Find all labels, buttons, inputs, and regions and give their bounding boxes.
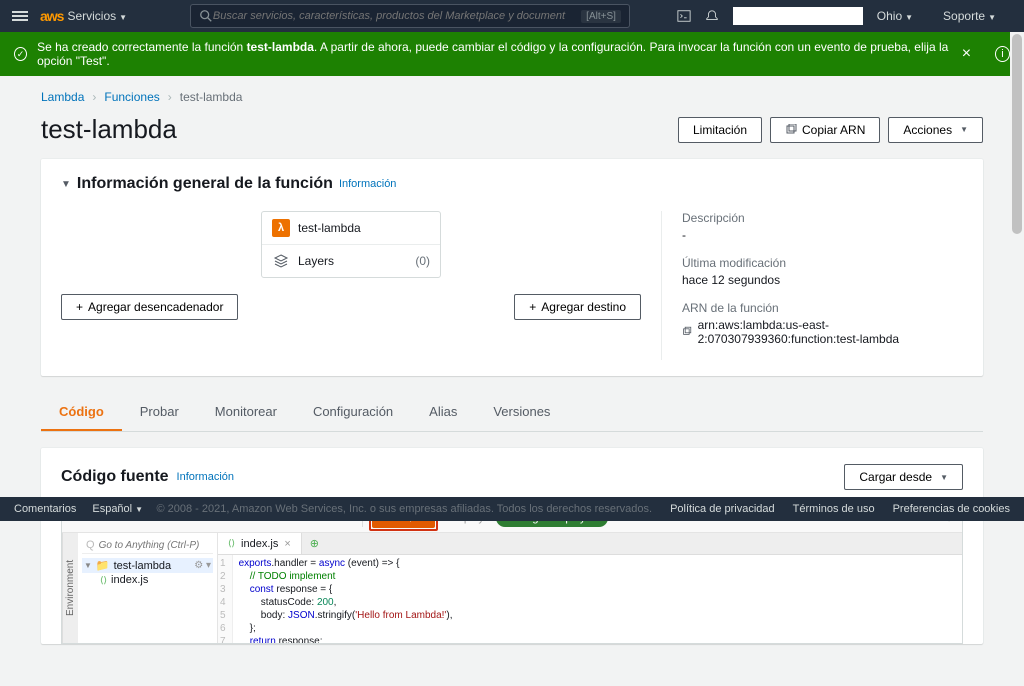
code-area[interactable]: 12345678 exports.handler = async (event)… xyxy=(218,555,962,643)
tree-gear-icon[interactable]: ⚙ ▾ xyxy=(194,560,211,571)
diagram-function-name: test-lambda xyxy=(298,221,361,235)
layers-label: Layers xyxy=(298,254,334,268)
arn-value: arn:aws:lambda:us-east-2:070307939360:fu… xyxy=(698,318,963,346)
terms-link[interactable]: Términos de uso xyxy=(793,503,875,515)
vertical-scrollbar[interactable] xyxy=(1010,32,1024,497)
function-metadata: Descripción - Última modificación hace 1… xyxy=(661,211,963,360)
throttle-button[interactable]: Limitación xyxy=(678,117,762,143)
add-tab-icon[interactable]: ⊕ xyxy=(302,533,327,554)
search-shortcut: [Alt+S] xyxy=(581,10,621,23)
actions-dropdown[interactable]: Acciones▼ xyxy=(888,117,983,143)
tab-versiones[interactable]: Versiones xyxy=(475,394,568,431)
search-icon: Q xyxy=(86,539,95,551)
function-tabs: Código Probar Monitorear Configuración A… xyxy=(41,394,983,432)
overview-title: Información general de la función xyxy=(77,175,333,193)
services-dropdown[interactable]: Servicios▼ xyxy=(67,9,127,23)
code-source-panel: Código fuente Información Cargar desde▼ … xyxy=(41,448,983,644)
breadcrumb: Lambda › Funciones › test-lambda xyxy=(41,76,983,114)
goto-anything-input[interactable] xyxy=(99,540,209,551)
file-explorer: Q ▼ 📁 test-lambda ⚙ ▾ ⟨⟩ index.js xyxy=(78,533,218,643)
add-trigger-button[interactable]: + Agregar desencadenador xyxy=(61,294,238,320)
arn-label: ARN de la función xyxy=(682,301,963,315)
ide-environment-tab[interactable]: Environment xyxy=(62,533,78,643)
aws-logo[interactable]: aws xyxy=(40,8,63,24)
search-input[interactable] xyxy=(213,10,581,22)
source-title: Código fuente xyxy=(61,468,169,486)
description-value: - xyxy=(682,228,963,242)
tab-configuracion[interactable]: Configuración xyxy=(295,394,411,431)
copy-icon[interactable] xyxy=(682,326,692,338)
layers-icon xyxy=(272,252,290,270)
privacy-link[interactable]: Política de privacidad xyxy=(670,503,775,515)
page-title: test-lambda xyxy=(41,114,177,145)
tree-folder-root[interactable]: ▼ 📁 test-lambda ⚙ ▾ xyxy=(82,558,213,573)
js-file-icon: ⟨⟩ xyxy=(228,538,235,549)
tree-file-index[interactable]: ⟨⟩ index.js xyxy=(82,573,213,587)
copy-arn-button[interactable]: Copiar ARN xyxy=(770,117,880,143)
breadcrumb-funciones[interactable]: Funciones xyxy=(104,90,159,104)
source-info-link[interactable]: Información xyxy=(177,471,234,483)
region-selector[interactable]: Ohio▼ xyxy=(877,9,913,23)
language-selector[interactable]: Español▼ xyxy=(92,503,143,515)
support-menu[interactable]: Soporte▼ xyxy=(943,9,996,23)
last-modified-label: Última modificación xyxy=(682,256,963,270)
folder-icon: 📁 xyxy=(96,559,110,572)
upload-from-button[interactable]: Cargar desde▼ xyxy=(844,464,963,490)
cloudshell-icon[interactable] xyxy=(677,9,691,23)
feedback-link[interactable]: Comentarios xyxy=(14,503,76,515)
top-navigation: aws Servicios▼ [Alt+S] Ohio▼ Soporte▼ xyxy=(0,0,1024,32)
tab-alias[interactable]: Alias xyxy=(411,394,475,431)
description-label: Descripción xyxy=(682,211,963,225)
js-file-icon: ⟨⟩ xyxy=(100,575,107,586)
account-menu[interactable] xyxy=(733,7,863,25)
tab-monitorear[interactable]: Monitorear xyxy=(197,394,295,431)
notifications-icon[interactable] xyxy=(705,9,719,23)
lambda-icon: λ xyxy=(272,219,290,237)
layers-count: (0) xyxy=(415,254,430,268)
editor-tab-index[interactable]: ⟨⟩ index.js × xyxy=(218,533,302,554)
function-diagram-box[interactable]: λ test-lambda Layers (0) xyxy=(261,211,441,278)
global-search[interactable]: [Alt+S] xyxy=(190,4,630,28)
overview-info-link[interactable]: Información xyxy=(339,178,396,190)
success-flash: ✓ Se ha creado correctamente la función … xyxy=(0,32,1024,76)
collapse-icon[interactable]: ▼ xyxy=(61,179,71,190)
cookies-link[interactable]: Preferencias de cookies xyxy=(893,503,1010,515)
last-modified-value: hace 12 segundos xyxy=(682,273,963,287)
function-overview-panel: ▼ Información general de la función Info… xyxy=(41,159,983,376)
success-icon: ✓ xyxy=(14,47,27,61)
flash-message: Se ha creado correctamente la función te… xyxy=(37,40,950,68)
tab-codigo[interactable]: Código xyxy=(41,394,122,431)
add-destination-button[interactable]: + Agregar destino xyxy=(514,294,641,320)
page-footer: Comentarios Español▼ © 2008 - 2021, Amaz… xyxy=(0,497,1024,521)
breadcrumb-lambda[interactable]: Lambda xyxy=(41,90,84,104)
copyright: © 2008 - 2021, Amazon Web Services, Inc.… xyxy=(156,503,652,515)
breadcrumb-current: test-lambda xyxy=(180,90,243,104)
menu-icon[interactable] xyxy=(12,9,28,23)
close-icon[interactable]: × xyxy=(950,45,983,63)
code-editor: ≡ FileEditFindViewGoToolsWindow Test▼ De… xyxy=(61,502,963,644)
tab-probar[interactable]: Probar xyxy=(122,394,197,431)
help-icon[interactable]: i xyxy=(995,46,1010,62)
close-tab-icon[interactable]: × xyxy=(284,538,290,550)
